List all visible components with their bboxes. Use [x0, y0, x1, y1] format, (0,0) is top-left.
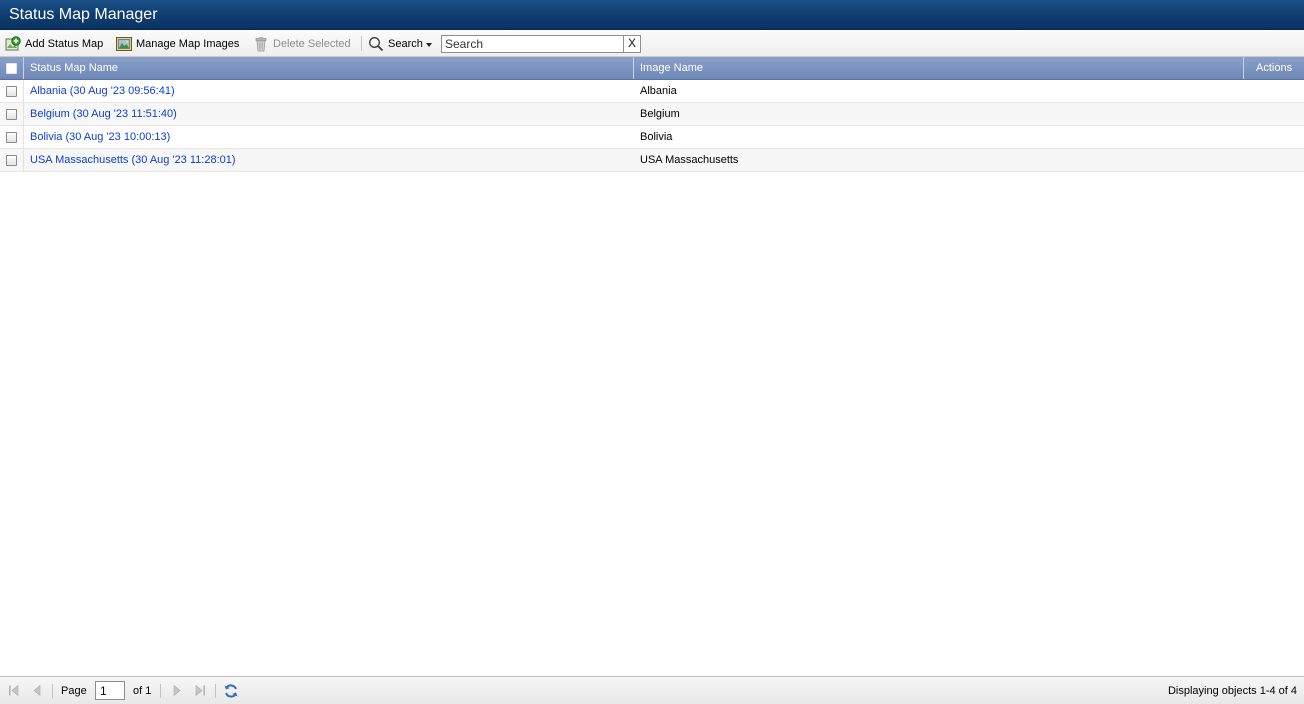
column-divider [1243, 57, 1244, 79]
refresh-icon[interactable] [223, 683, 239, 699]
table-row[interactable]: Albania (30 Aug '23 09:56:41) Albania [0, 80, 1304, 103]
table-row[interactable]: Belgium (30 Aug '23 11:51:40) Belgium [0, 103, 1304, 126]
chevron-down-icon [425, 38, 432, 50]
paging-toolbar: Page of 1 Displaying objects 1-4 of 4 [0, 676, 1304, 704]
search-input[interactable] [441, 35, 624, 53]
image-name-cell: Albania [640, 85, 677, 97]
toolbar: Add Status Map Manage Map Images Delete … [0, 30, 1304, 57]
add-status-map-button[interactable]: Add Status Map [5, 34, 103, 53]
window-title: Status Map Manager [9, 6, 158, 23]
row-checkbox[interactable] [6, 155, 17, 166]
paging-separator [52, 684, 53, 698]
map-images-icon [116, 36, 132, 52]
page-count-label: of 1 [133, 685, 152, 697]
status-map-name-link[interactable]: Bolivia (30 Aug '23 10:00:13) [30, 126, 170, 148]
delete-selected-button[interactable]: Delete Selected [253, 34, 351, 53]
column-header-actions: Actions [1256, 62, 1293, 74]
first-page-icon[interactable] [7, 684, 21, 697]
toolbar-separator [361, 36, 362, 51]
paging-separator [215, 684, 216, 698]
manage-map-images-button[interactable]: Manage Map Images [116, 34, 239, 53]
magnifier-icon [368, 36, 384, 52]
manage-map-images-label: Manage Map Images [136, 37, 240, 50]
row-checkbox-cell [0, 126, 24, 148]
row-checkbox-cell [0, 80, 24, 102]
status-map-name-link[interactable]: USA Massachusetts (30 Aug '23 11:28:01) [30, 149, 236, 171]
column-divider [633, 57, 634, 79]
grid-header: Status Map Name Image Name Actions [0, 57, 1304, 80]
grid-body: Albania (30 Aug '23 09:56:41) Albania Be… [0, 80, 1304, 172]
image-name-cell: Bolivia [640, 131, 673, 143]
add-map-icon [5, 35, 21, 52]
title-bar: Status Map Manager [0, 0, 1304, 30]
add-status-map-label: Add Status Map [25, 37, 104, 50]
status-map-name-link[interactable]: Belgium (30 Aug '23 11:51:40) [30, 103, 177, 125]
row-checkbox[interactable] [6, 109, 17, 120]
trash-icon [253, 36, 269, 52]
status-map-name-link[interactable]: Albania (30 Aug '23 09:56:41) [30, 80, 175, 102]
search-menu-label: Search [388, 37, 423, 50]
table-row[interactable]: Bolivia (30 Aug '23 10:00:13) Bolivia [0, 126, 1304, 149]
column-divider [23, 57, 24, 79]
image-name-cell: USA Massachusetts [640, 154, 739, 166]
image-name-cell: Belgium [640, 108, 680, 120]
page-number-input[interactable] [95, 681, 125, 700]
next-page-icon[interactable] [170, 684, 184, 697]
column-header-status-map-name[interactable]: Status Map Name [30, 57, 118, 79]
last-page-icon[interactable] [193, 684, 207, 697]
row-checkbox-cell [0, 103, 24, 125]
prev-page-icon[interactable] [30, 684, 44, 697]
paging-separator [160, 684, 161, 698]
table-row[interactable]: USA Massachusetts (30 Aug '23 11:28:01) … [0, 149, 1304, 172]
row-checkbox-cell [0, 149, 24, 171]
delete-selected-label: Delete Selected [273, 37, 351, 50]
clear-search-button[interactable]: X [623, 35, 641, 53]
select-all-checkbox[interactable] [6, 63, 17, 74]
page-label: Page [61, 685, 87, 697]
status-map-manager-window: Status Map Manager Add Status Map Manage… [0, 0, 1304, 704]
paging-status-text: Displaying objects 1-4 of 4 [1167, 685, 1297, 697]
row-checkbox[interactable] [6, 132, 17, 143]
column-header-image-name[interactable]: Image Name [640, 57, 703, 79]
row-checkbox[interactable] [6, 86, 17, 97]
search-menu-button[interactable]: Search [368, 34, 432, 53]
